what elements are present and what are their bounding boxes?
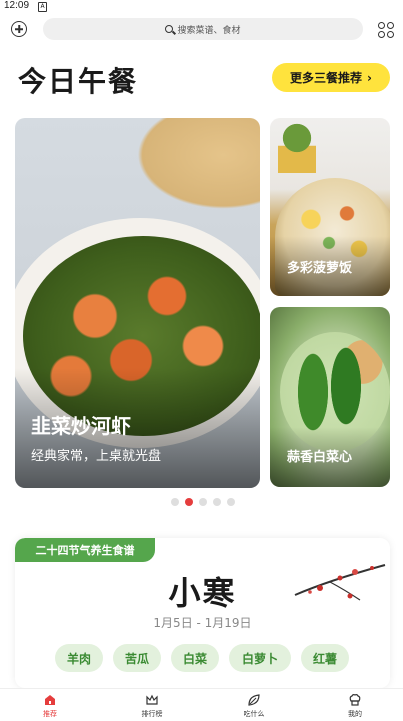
tab-label: 推荐 bbox=[43, 710, 57, 718]
tab-ranking[interactable]: 排行榜 bbox=[122, 693, 182, 719]
food-chip[interactable]: 白菜 bbox=[171, 644, 219, 672]
notification-icon: A bbox=[38, 2, 47, 12]
page-title: 今日午餐 bbox=[18, 65, 139, 98]
tab-label: 排行榜 bbox=[141, 710, 163, 718]
search-placeholder: 搜索菜谱、食材 bbox=[177, 25, 241, 36]
carousel-dot[interactable] bbox=[171, 498, 179, 506]
food-chip[interactable]: 红薯 bbox=[301, 644, 349, 672]
tab-label: 我的 bbox=[348, 710, 362, 718]
chef-hat-icon bbox=[349, 694, 361, 706]
food-chip[interactable]: 苦瓜 bbox=[113, 644, 161, 672]
tab-mine[interactable]: 我的 bbox=[325, 693, 385, 719]
recipe-card-cabbage[interactable]: 蒜香白菜心 bbox=[270, 307, 390, 487]
carousel-dot[interactable] bbox=[213, 498, 221, 506]
solar-term-card[interactable]: 二十四节气养生食谱 小寒 1月5日 - 1月19日 羊肉 苦瓜 白菜 白萝卜 红… bbox=[15, 538, 390, 688]
top-bar: 搜索菜谱、食材 bbox=[0, 16, 403, 44]
plant-image bbox=[278, 123, 316, 173]
crown-icon bbox=[146, 694, 158, 705]
food-chip[interactable]: 白萝卜 bbox=[229, 644, 291, 672]
solar-term-tag: 二十四节气养生食谱 bbox=[15, 538, 155, 562]
carousel-dot-active[interactable] bbox=[185, 498, 193, 506]
more-meals-label: 更多三餐推荐 bbox=[290, 71, 363, 85]
leaf-icon bbox=[248, 694, 260, 706]
recipe-card-pineapple-rice[interactable]: 多彩菠萝饭 bbox=[270, 118, 390, 296]
tab-what-to-eat[interactable]: 吃什么 bbox=[224, 693, 284, 719]
chevron-right-icon: › bbox=[367, 70, 372, 85]
home-icon bbox=[45, 695, 55, 705]
recipe-name: 蒜香白菜心 bbox=[287, 450, 353, 465]
search-icon bbox=[165, 25, 174, 33]
status-bar: 12:09 A bbox=[0, 0, 403, 14]
tab-label: 吃什么 bbox=[243, 710, 265, 718]
food-chip[interactable]: 羊肉 bbox=[55, 644, 103, 672]
add-icon[interactable] bbox=[11, 21, 27, 37]
carousel-dot[interactable] bbox=[227, 498, 235, 506]
solar-term-date-range: 1月5日 - 1月19日 bbox=[153, 616, 252, 630]
search-input[interactable]: 搜索菜谱、食材 bbox=[43, 18, 363, 40]
food-chip-list: 羊肉 苦瓜 白菜 白萝卜 红薯 bbox=[55, 644, 349, 672]
featured-recipe-card[interactable]: 韭菜炒河虾 经典家常，上桌就光盘 bbox=[15, 118, 260, 488]
category-grid-icon[interactable] bbox=[378, 22, 394, 38]
more-meals-button[interactable]: 更多三餐推荐 › bbox=[272, 63, 390, 92]
featured-recipe-name: 韭菜炒河虾 bbox=[31, 414, 131, 438]
bottom-nav: 推荐 排行榜 吃什么 我的 bbox=[0, 688, 403, 721]
tab-recommend[interactable]: 推荐 bbox=[20, 693, 80, 719]
carousel-dot[interactable] bbox=[199, 498, 207, 506]
featured-recipe-desc: 经典家常，上桌就光盘 bbox=[31, 449, 162, 464]
carousel-indicator bbox=[171, 498, 235, 506]
status-time: 12:09 bbox=[4, 0, 30, 11]
solar-term-name: 小寒 bbox=[168, 574, 237, 612]
recipe-name: 多彩菠萝饭 bbox=[287, 261, 353, 276]
